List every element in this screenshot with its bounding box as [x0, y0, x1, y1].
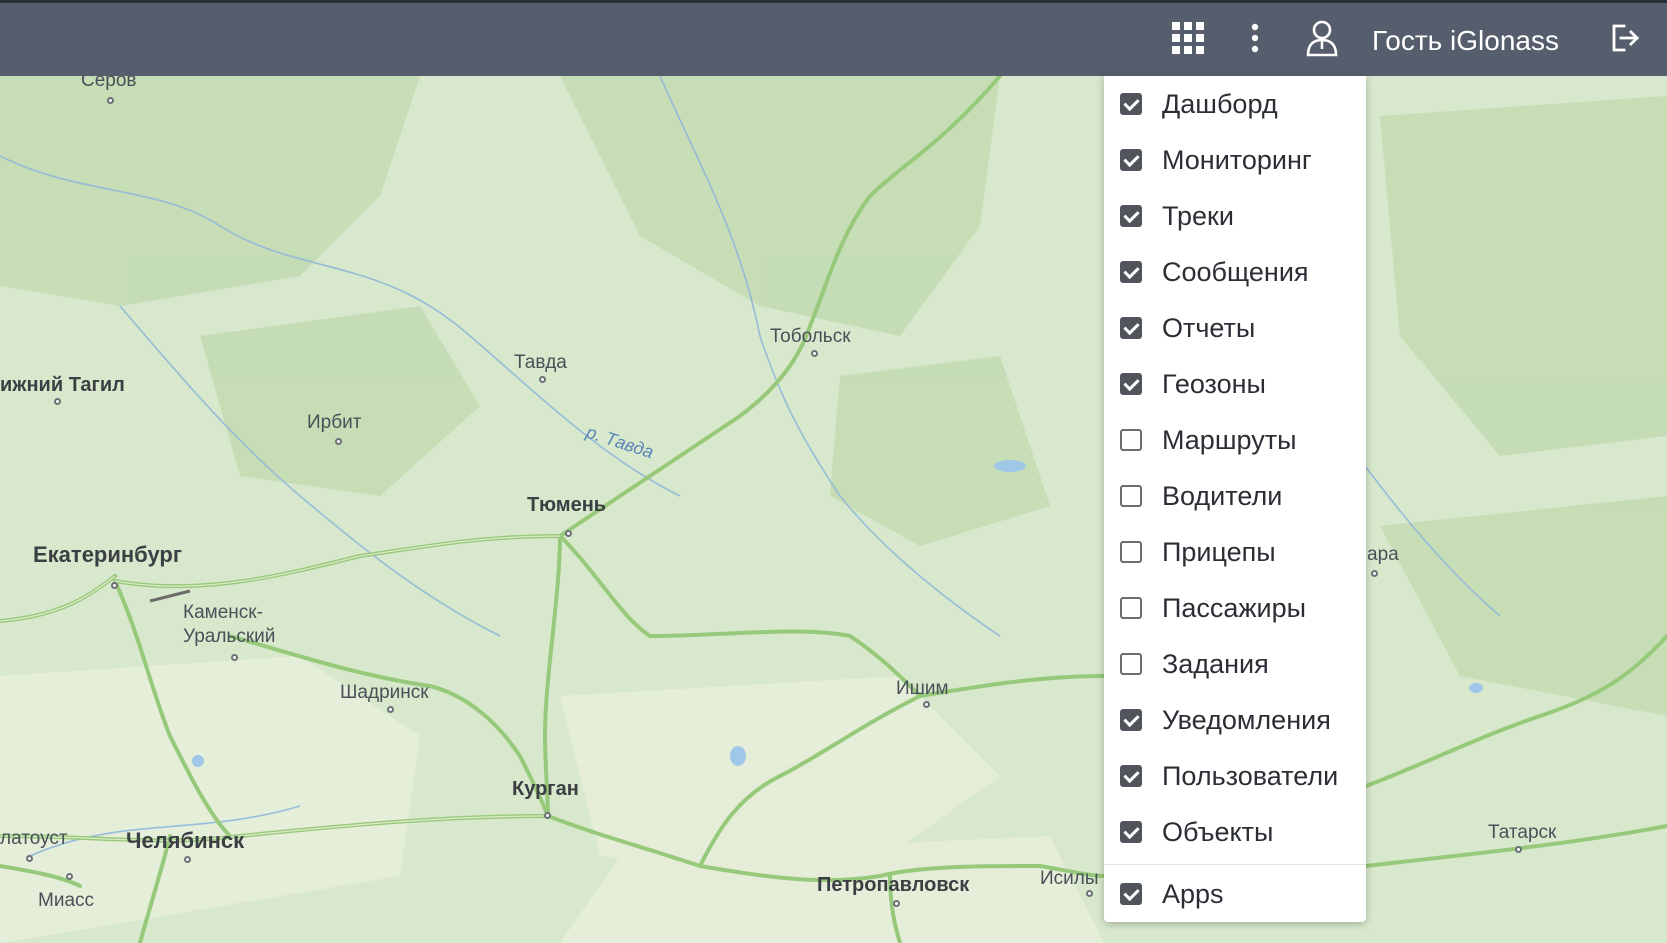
more-button[interactable]: [1235, 3, 1275, 73]
city-dot-chelyabinsk: [184, 856, 191, 863]
menu-item-geozones[interactable]: Геозоны: [1104, 356, 1366, 412]
more-vertical-icon: [1251, 23, 1259, 53]
map-label-irbit: Ирбит: [307, 412, 362, 433]
checkbox[interactable]: [1120, 373, 1142, 395]
user-icon: [1306, 20, 1338, 57]
menu-item-label: Прицепы: [1162, 536, 1276, 567]
map-label-shadrinsk: Шадринск: [340, 682, 429, 703]
menu-item-users[interactable]: Пользователи: [1104, 748, 1366, 804]
top-bar: Гость iGlonass: [0, 0, 1667, 76]
city-dot-nizhny-tagil: [54, 398, 61, 405]
menu-item-label: Треки: [1162, 200, 1234, 231]
map-label-ishim: Ишим: [896, 678, 949, 699]
menu-item-label: Объекты: [1162, 816, 1274, 847]
modules-dropdown: Дашборд Мониторинг Треки Сообщения Отчет…: [1104, 76, 1366, 922]
menu-item-label: Водители: [1162, 480, 1283, 511]
menu-item-label: Сообщения: [1162, 256, 1309, 287]
checkbox[interactable]: [1120, 541, 1142, 563]
map-label-tatarsk: Татарск: [1488, 822, 1557, 843]
map-background: [0, 76, 1667, 943]
map-label-tobolsk: Тобольск: [770, 326, 851, 347]
menu-item-label: Отчеты: [1162, 312, 1256, 343]
map-label-nizhny-tagil: ижний Тагил: [0, 374, 125, 396]
city-dot-miass: [66, 873, 73, 880]
menu-item-dashboard[interactable]: Дашборд: [1104, 76, 1366, 132]
menu-item-label: Уведомления: [1162, 704, 1331, 735]
logout-button[interactable]: [1598, 3, 1654, 73]
menu-item-label: Задания: [1162, 648, 1269, 679]
menu-item-tracks[interactable]: Треки: [1104, 188, 1366, 244]
menu-item-drivers[interactable]: Водители: [1104, 468, 1366, 524]
map-label-isilkul: Исилы: [1040, 868, 1099, 889]
city-dot-tara: [1371, 570, 1378, 577]
map-label-chelyabinsk: Челябинск: [126, 828, 245, 853]
city-dot-petropavlovsk: [893, 900, 900, 907]
checkbox[interactable]: [1120, 485, 1142, 507]
menu-item-monitoring[interactable]: Мониторинг: [1104, 132, 1366, 188]
map-label-petropavlovsk: Петропавловск: [817, 874, 970, 896]
city-dot-yekaterinburg: [111, 582, 118, 589]
menu-item-objects[interactable]: Объекты: [1104, 804, 1366, 860]
city-dot-tyumen: [565, 530, 572, 537]
map-label-zlatoust: латоуст: [0, 828, 68, 849]
city-dot-kurgan: [544, 812, 551, 819]
map-label-kurgan: Курган: [512, 778, 579, 800]
menu-item-label: Apps: [1162, 878, 1224, 909]
menu-item-reports[interactable]: Отчеты: [1104, 300, 1366, 356]
checkbox[interactable]: [1120, 261, 1142, 283]
checkbox[interactable]: [1120, 205, 1142, 227]
city-dot-tobolsk: [811, 350, 818, 357]
user-button[interactable]: [1294, 3, 1350, 73]
menu-item-passengers[interactable]: Пассажиры: [1104, 580, 1366, 636]
checkbox[interactable]: [1120, 597, 1142, 619]
map-label-yekaterinburg: Екатеринбург: [33, 542, 183, 567]
checkbox[interactable]: [1120, 653, 1142, 675]
apps-grid-icon: [1172, 22, 1204, 54]
map-label-miass: Миасс: [38, 890, 95, 911]
checkbox[interactable]: [1120, 821, 1142, 843]
checkbox[interactable]: [1120, 149, 1142, 171]
menu-item-label: Пользователи: [1162, 760, 1339, 791]
map-label-kamensk: Каменск- Уральский: [183, 602, 276, 647]
checkbox[interactable]: [1120, 709, 1142, 731]
user-name[interactable]: Гость iGlonass: [1372, 3, 1559, 79]
city-dot-ishim: [923, 701, 930, 708]
apps-button[interactable]: [1160, 3, 1216, 73]
city-dot-shadrinsk: [387, 706, 394, 713]
city-dot-zlatoust: [26, 855, 33, 862]
city-dot-irbit: [335, 438, 342, 445]
checkbox[interactable]: [1120, 317, 1142, 339]
menu-item-label: Дашборд: [1162, 88, 1278, 119]
map[interactable]: Серов ижний Тагил Ирбит Тавда р. Тавда Т…: [0, 76, 1667, 943]
map-label-tara: ара: [1367, 544, 1399, 565]
menu-item-apps[interactable]: Apps: [1104, 866, 1366, 922]
menu-separator: [1104, 864, 1366, 865]
checkbox[interactable]: [1120, 883, 1142, 905]
menu-item-tasks[interactable]: Задания: [1104, 636, 1366, 692]
menu-item-label: Мониторинг: [1162, 144, 1312, 175]
city-dot-isilkul: [1086, 890, 1093, 897]
city-dot-tatarsk: [1515, 846, 1522, 853]
logout-icon: [1612, 24, 1639, 52]
menu-item-label: Маршруты: [1162, 424, 1297, 455]
menu-item-label: Пассажиры: [1162, 592, 1307, 623]
menu-item-label: Геозоны: [1162, 368, 1266, 399]
map-label-serov: Серов: [81, 76, 137, 91]
city-dot-tavda: [539, 376, 546, 383]
menu-item-notifications[interactable]: Уведомления: [1104, 692, 1366, 748]
map-label-tavda: Тавда: [514, 352, 567, 373]
city-dot-kamensk: [231, 654, 238, 661]
menu-item-messages[interactable]: Сообщения: [1104, 244, 1366, 300]
checkbox[interactable]: [1120, 765, 1142, 787]
city-dot-serov: [107, 97, 114, 104]
checkbox[interactable]: [1120, 93, 1142, 115]
menu-item-trailers[interactable]: Прицепы: [1104, 524, 1366, 580]
menu-item-routes[interactable]: Маршруты: [1104, 412, 1366, 468]
map-label-tyumen: Тюмень: [527, 494, 607, 516]
checkbox[interactable]: [1120, 429, 1142, 451]
